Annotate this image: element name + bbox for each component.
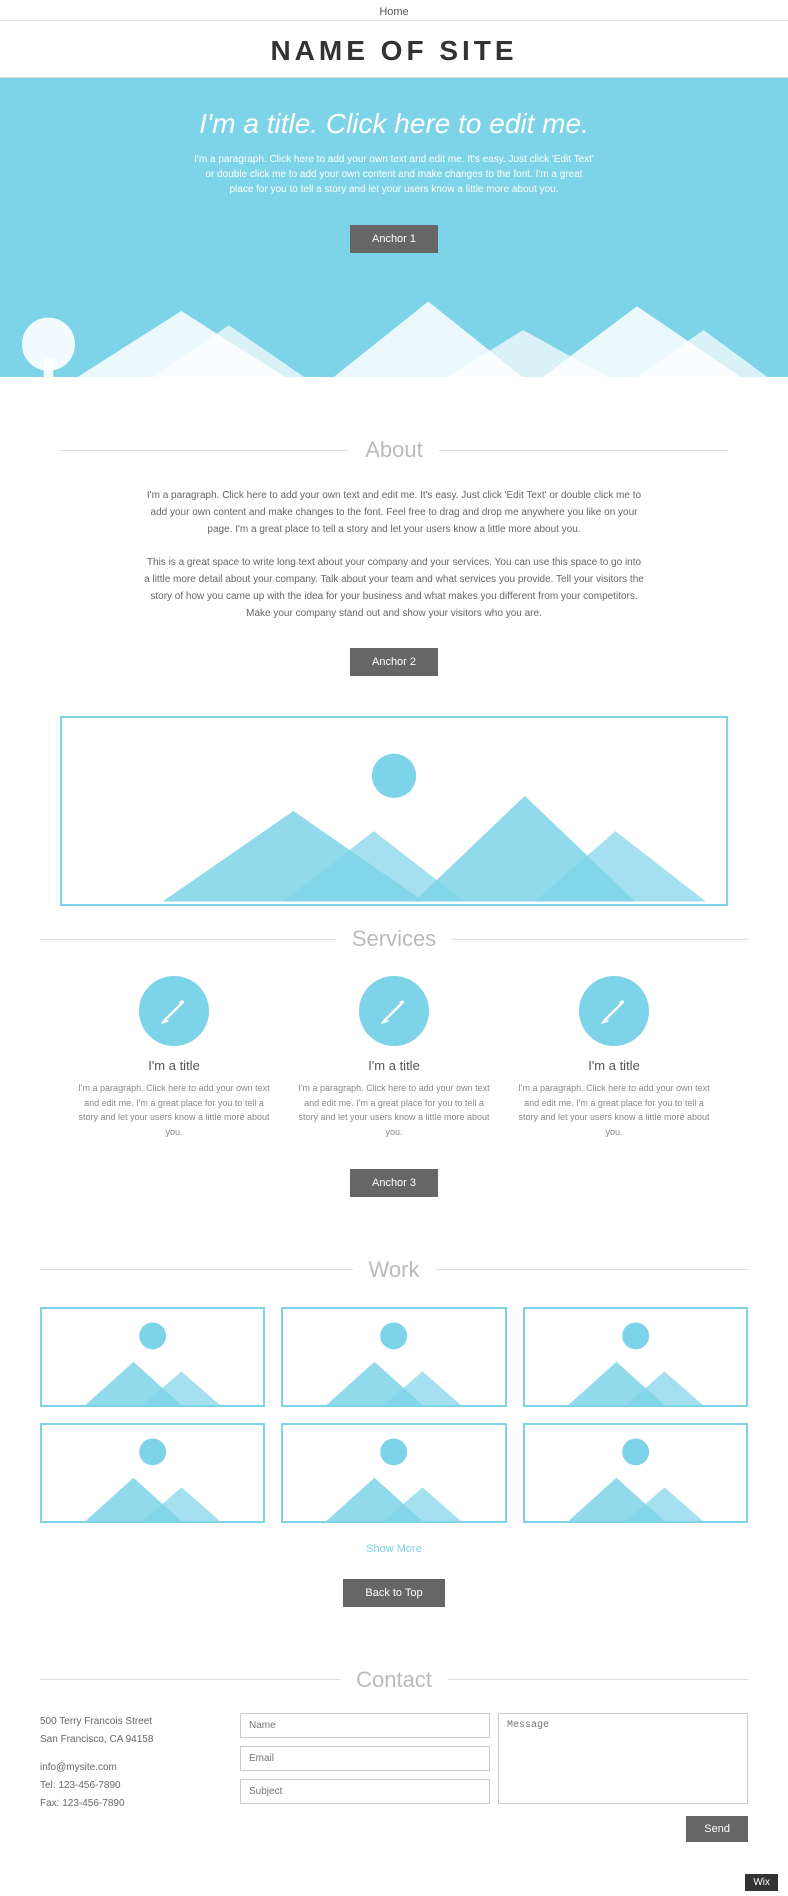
service-item-3: I'm a title I'm a paragraph. Click here … [514, 976, 714, 1139]
hero-mountains [20, 273, 768, 377]
services-title: Services [336, 926, 452, 952]
services-grid: I'm a title I'm a paragraph. Click here … [40, 976, 748, 1139]
service-title-2[interactable]: I'm a title [294, 1058, 494, 1073]
service-text-3[interactable]: I'm a paragraph. Click here to add your … [514, 1081, 714, 1139]
service-icon-2 [359, 976, 429, 1046]
name-input[interactable] [240, 1713, 490, 1738]
nav-home[interactable]: Home [379, 6, 408, 18]
hero-paragraph[interactable]: I'm a paragraph. Click here to add your … [194, 152, 594, 197]
services-section: Services I'm a title I'm a paragraph. Cl… [0, 906, 788, 1237]
contact-divider: Contact [40, 1667, 748, 1693]
service-text-1[interactable]: I'm a paragraph. Click here to add your … [74, 1081, 274, 1139]
contact-fax: Fax: 123-456-7890 [40, 1795, 220, 1813]
show-more[interactable]: Show More [40, 1539, 748, 1557]
subject-input[interactable] [240, 1779, 490, 1804]
contact-title: Contact [340, 1667, 448, 1693]
hero-section: I'm a title. Click here to edit me. I'm … [0, 78, 788, 377]
work-item-2[interactable] [281, 1307, 506, 1407]
work-divider: Work [40, 1257, 748, 1283]
hero-title[interactable]: I'm a title. Click here to edit me. [199, 108, 589, 140]
about-paragraph-1[interactable]: I'm a paragraph. Click here to add your … [144, 487, 644, 538]
service-text-2[interactable]: I'm a paragraph. Click here to add your … [294, 1081, 494, 1139]
contact-address-1: 500 Terry Francois Street [40, 1713, 220, 1731]
work-title: Work [353, 1257, 436, 1283]
service-item-2: I'm a title I'm a paragraph. Click here … [294, 976, 494, 1139]
service-icon-3 [579, 976, 649, 1046]
contact-section: Contact 500 Terry Francois Street San Fr… [0, 1647, 788, 1872]
anchor-3-button[interactable]: Anchor 3 [350, 1169, 438, 1197]
contact-body: 500 Terry Francois Street San Francisco,… [40, 1713, 748, 1842]
message-input[interactable] [498, 1713, 748, 1804]
work-section: Work [0, 1237, 788, 1647]
services-divider: Services [40, 926, 748, 952]
about-title: About [349, 437, 439, 463]
large-image-placeholder [60, 716, 728, 906]
anchor-1-button[interactable]: Anchor 1 [350, 225, 438, 253]
contact-email: info@mysite.com [40, 1759, 220, 1777]
work-item-4[interactable] [40, 1423, 265, 1523]
email-input[interactable] [240, 1746, 490, 1771]
work-item-3[interactable] [523, 1307, 748, 1407]
top-nav: Home [0, 0, 788, 21]
anchor-2-button[interactable]: Anchor 2 [350, 648, 438, 676]
about-paragraph-2[interactable]: This is a great space to write long text… [144, 554, 644, 622]
service-title-3[interactable]: I'm a title [514, 1058, 714, 1073]
about-section: About I'm a paragraph. Click here to add… [0, 417, 788, 716]
contact-address-2: San Francisco, CA 94158 [40, 1731, 220, 1749]
service-icon-1 [139, 976, 209, 1046]
wix-label[interactable]: Wix [745, 1874, 778, 1891]
site-title: NAME OF SITE [0, 35, 788, 67]
contact-tel: Tel: 123-456-7890 [40, 1777, 220, 1795]
service-item-1: I'm a title I'm a paragraph. Click here … [74, 976, 274, 1139]
contact-info: 500 Terry Francois Street San Francisco,… [40, 1713, 220, 1842]
show-more-link[interactable]: Show More [366, 1543, 422, 1555]
back-to-top-button[interactable]: Back to Top [343, 1579, 444, 1607]
site-header: NAME OF SITE [0, 21, 788, 78]
about-divider: About [60, 437, 728, 463]
work-grid [40, 1307, 748, 1523]
work-item-1[interactable] [40, 1307, 265, 1407]
send-button[interactable]: Send [686, 1816, 748, 1842]
service-title-1[interactable]: I'm a title [74, 1058, 274, 1073]
contact-form: Send [240, 1713, 748, 1842]
spacer-1 [0, 377, 788, 417]
wix-badge-area: Wix [0, 1872, 788, 1896]
send-row: Send [240, 1812, 748, 1842]
work-item-6[interactable] [523, 1423, 748, 1523]
work-item-5[interactable] [281, 1423, 506, 1523]
